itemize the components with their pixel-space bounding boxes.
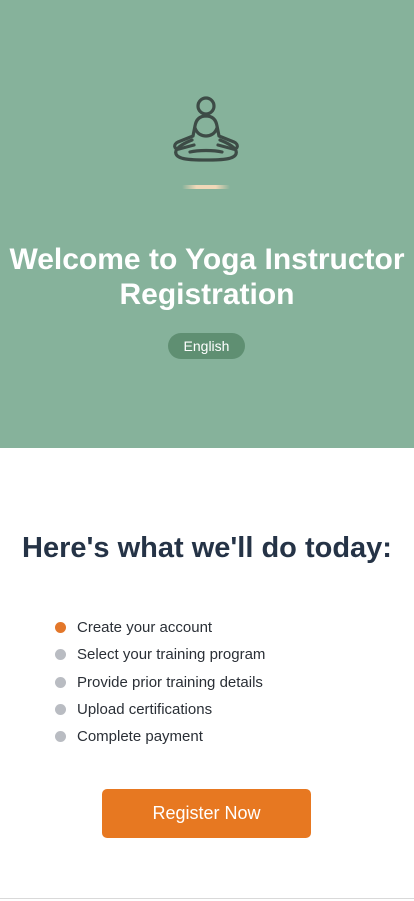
meditation-icon (173, 96, 239, 162)
steps-heading: Here's what we'll do today: (22, 532, 392, 564)
step-complete-payment: Complete payment (55, 723, 265, 750)
step-prior-training-details: Provide prior training details (55, 669, 265, 696)
steps-list: Create your account Select your training… (55, 614, 265, 750)
step-label: Complete payment (77, 728, 203, 746)
page-title: Welcome to Yoga Instructor Registration (9, 243, 405, 311)
step-active-dot (55, 622, 66, 634)
step-pending-dot (55, 649, 66, 661)
step-label: Select your training program (77, 646, 266, 664)
hero-banner: Welcome to Yoga Instructor Registration … (0, 0, 414, 448)
step-label: Upload certifications (77, 700, 213, 718)
step-pending-dot (55, 676, 66, 688)
step-pending-dot (55, 731, 66, 743)
divider (0, 898, 414, 899)
step-label: Create your account (77, 619, 213, 637)
step-label: Provide prior training details (77, 673, 263, 691)
step-upload-certifications: Upload certifications (55, 696, 265, 723)
step-pending-dot (55, 703, 66, 715)
language-selector[interactable]: English (168, 333, 245, 359)
step-select-training-program: Select your training program (55, 641, 265, 668)
registration-welcome-screen: Welcome to Yoga Instructor Registration … (0, 0, 414, 901)
step-create-account: Create your account (55, 614, 265, 641)
register-now-button[interactable]: Register Now (102, 789, 311, 838)
decorative-underline (182, 185, 230, 189)
